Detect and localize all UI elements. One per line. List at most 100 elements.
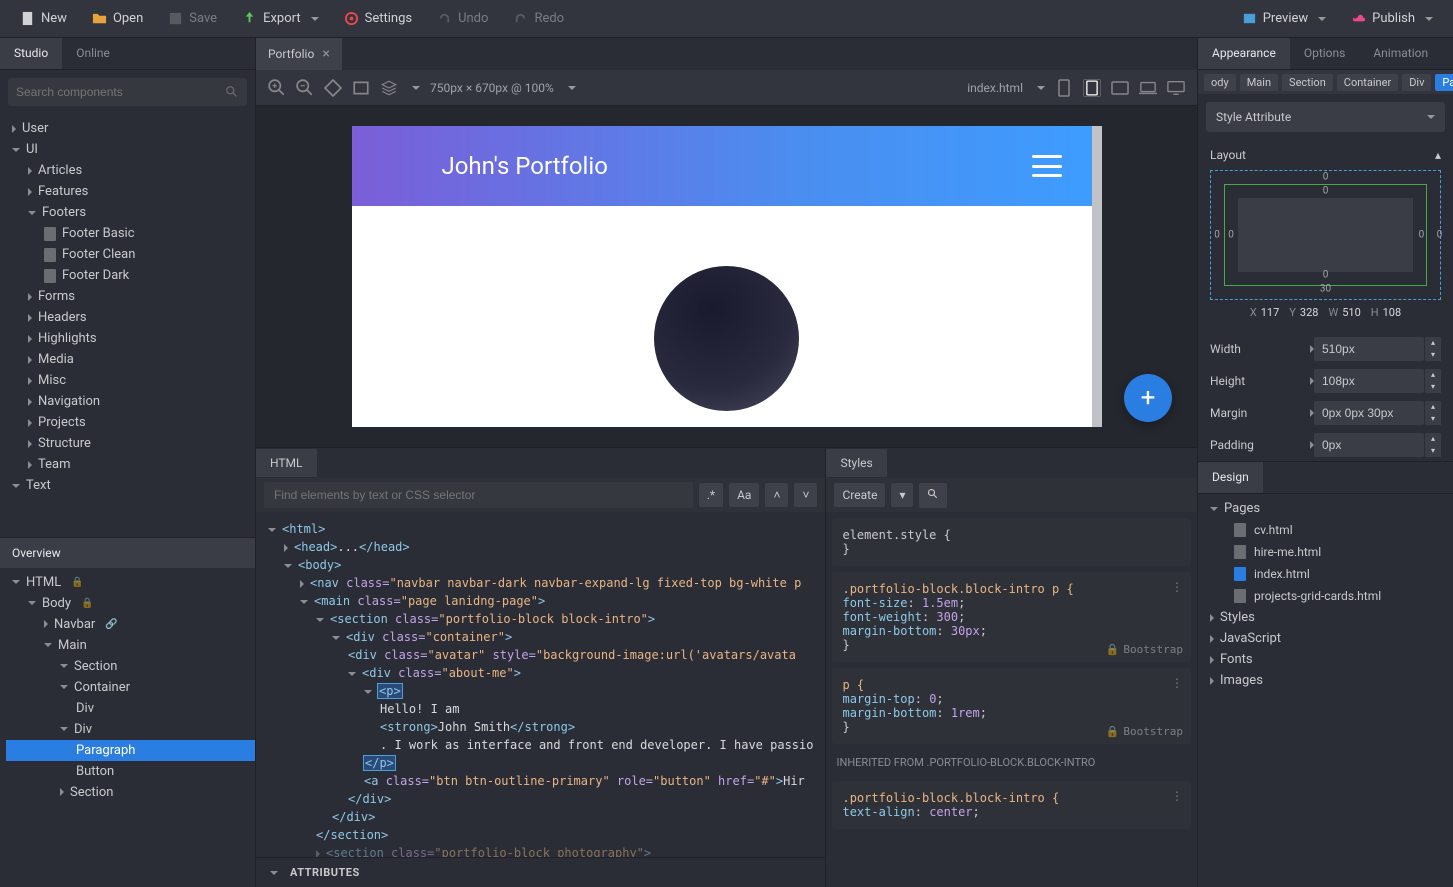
preview-scrollbar[interactable] bbox=[1092, 126, 1102, 427]
canvas[interactable]: John's Portfolio + bbox=[256, 106, 1197, 447]
ov-navbar[interactable]: Navbar🔗 bbox=[6, 614, 255, 635]
style-block-intro[interactable]: ⋮ .portfolio-block.block-intro { text-al… bbox=[832, 781, 1191, 829]
tree-forms[interactable]: Forms bbox=[6, 286, 255, 307]
zoom-in-icon[interactable] bbox=[268, 79, 286, 97]
box-model[interactable]: 0 0 30 0 0 0 0 0 bbox=[1210, 170, 1441, 300]
caret-down-icon[interactable] bbox=[1037, 86, 1045, 90]
tree-user[interactable]: User bbox=[6, 118, 255, 139]
close-icon[interactable]: × bbox=[322, 46, 329, 62]
layout-header[interactable]: Layout▴ bbox=[1210, 148, 1441, 162]
html-code[interactable]: <html> <head>...</head> <body> <nav clas… bbox=[256, 512, 825, 857]
overview-header[interactable]: Overview bbox=[0, 537, 255, 568]
page-projects[interactable]: projects-grid-cards.html bbox=[1204, 585, 1453, 607]
tree-navigation[interactable]: Navigation bbox=[6, 391, 255, 412]
undo-button[interactable]: Undo bbox=[427, 6, 498, 31]
zoom-out-icon[interactable] bbox=[296, 79, 314, 97]
tree-footer-dark[interactable]: Footer Dark bbox=[6, 265, 255, 286]
width-input[interactable] bbox=[1314, 337, 1424, 361]
tab-animation[interactable]: Animation bbox=[1359, 38, 1442, 69]
margin-stepper[interactable]: ▴▾ bbox=[1425, 401, 1441, 425]
tablet-landscape-icon[interactable] bbox=[1111, 79, 1129, 97]
tree-features[interactable]: Features bbox=[6, 181, 255, 202]
crumb-section[interactable]: Section bbox=[1282, 74, 1333, 91]
settings-button[interactable]: Settings bbox=[334, 6, 422, 31]
tree-text[interactable]: Text bbox=[6, 475, 255, 496]
ov-html[interactable]: HTML🔒 bbox=[6, 572, 255, 593]
style-block-intro-p[interactable]: ⋮ .portfolio-block.block-intro p { font-… bbox=[832, 572, 1191, 662]
page-hire[interactable]: hire-me.html bbox=[1204, 541, 1453, 563]
more-icon[interactable]: ⋮ bbox=[1171, 676, 1183, 690]
tree-highlights[interactable]: Highlights bbox=[6, 328, 255, 349]
tab-appearance[interactable]: Appearance bbox=[1198, 38, 1290, 69]
style-block-p[interactable]: ⋮ p { margin-top: 0; margin-bottom: 1rem… bbox=[832, 668, 1191, 744]
style-attribute-select[interactable]: Style Attribute bbox=[1206, 102, 1445, 132]
redo-button[interactable]: Redo bbox=[503, 6, 574, 31]
style-block-element[interactable]: element.style {} bbox=[832, 518, 1191, 566]
tree-projects[interactable]: Projects bbox=[6, 412, 255, 433]
image-icon[interactable] bbox=[352, 79, 370, 97]
save-button[interactable]: Save bbox=[158, 6, 227, 31]
fonts-header[interactable]: Fonts bbox=[1204, 649, 1453, 670]
pages-header[interactable]: Pages bbox=[1204, 498, 1453, 519]
caret-down-icon[interactable] bbox=[412, 86, 420, 90]
ov-section[interactable]: Section bbox=[6, 656, 255, 677]
ov-main[interactable]: Main bbox=[6, 635, 255, 656]
add-fab[interactable]: + bbox=[1124, 374, 1172, 422]
tree-misc[interactable]: Misc bbox=[6, 370, 255, 391]
page-cv[interactable]: cv.html bbox=[1204, 519, 1453, 541]
styles-tab[interactable]: Styles bbox=[826, 449, 886, 477]
tab-online[interactable]: Online bbox=[62, 38, 124, 69]
prev-button[interactable]: ˄ bbox=[765, 483, 788, 507]
margin-input[interactable] bbox=[1314, 401, 1424, 425]
ov-div2[interactable]: Div bbox=[6, 719, 255, 740]
component-search[interactable] bbox=[8, 78, 247, 106]
caret-down-icon[interactable] bbox=[568, 86, 576, 90]
page-index[interactable]: index.html bbox=[1204, 563, 1453, 585]
tree-headers[interactable]: Headers bbox=[6, 307, 255, 328]
laptop-icon[interactable] bbox=[1139, 79, 1157, 97]
hamburger-icon[interactable] bbox=[1032, 155, 1062, 177]
ov-paragraph[interactable]: Paragraph bbox=[6, 740, 255, 761]
canvas-dimensions[interactable]: 750px × 670px @ 100% bbox=[430, 81, 554, 95]
height-stepper[interactable]: ▴▾ bbox=[1425, 369, 1441, 393]
more-icon[interactable]: ⋮ bbox=[1171, 789, 1183, 803]
tab-design[interactable]: Design bbox=[1198, 462, 1263, 493]
tree-footer-basic[interactable]: Footer Basic bbox=[6, 223, 255, 244]
layers-icon[interactable] bbox=[380, 79, 398, 97]
create-button[interactable]: Create bbox=[834, 483, 885, 507]
tab-options[interactable]: Options bbox=[1290, 38, 1360, 69]
height-input[interactable] bbox=[1314, 369, 1424, 393]
search-input[interactable] bbox=[16, 85, 225, 99]
ov-button[interactable]: Button bbox=[6, 761, 255, 782]
crumb-div[interactable]: Div bbox=[1402, 74, 1431, 91]
tree-ui[interactable]: UI bbox=[6, 139, 255, 160]
case-button[interactable]: Aa bbox=[729, 483, 759, 507]
js-header[interactable]: JavaScript bbox=[1204, 628, 1453, 649]
tree-structure[interactable]: Structure bbox=[6, 433, 255, 454]
search-styles-button[interactable] bbox=[919, 483, 947, 508]
tree-footer-clean[interactable]: Footer Clean bbox=[6, 244, 255, 265]
rotate-icon[interactable] bbox=[324, 79, 342, 97]
tree-articles[interactable]: Articles bbox=[6, 160, 255, 181]
file-tab[interactable]: Portfolio× bbox=[256, 38, 342, 70]
create-dropdown[interactable]: ▾ bbox=[891, 483, 913, 507]
tree-footers[interactable]: Footers bbox=[6, 202, 255, 223]
images-header[interactable]: Images bbox=[1204, 670, 1453, 691]
tab-studio[interactable]: Studio bbox=[0, 38, 62, 69]
next-button[interactable]: ˅ bbox=[794, 483, 817, 507]
html-tab[interactable]: HTML bbox=[256, 449, 317, 477]
crumb-container[interactable]: Container bbox=[1337, 74, 1398, 91]
ov-body[interactable]: Body🔒 bbox=[6, 593, 255, 614]
desktop-icon[interactable] bbox=[1167, 79, 1185, 97]
padding-input[interactable] bbox=[1314, 433, 1424, 457]
styles-header[interactable]: Styles bbox=[1204, 607, 1453, 628]
ov-div1[interactable]: Div bbox=[6, 698, 255, 719]
tree-team[interactable]: Team bbox=[6, 454, 255, 475]
find-input[interactable] bbox=[264, 482, 693, 508]
tree-media[interactable]: Media bbox=[6, 349, 255, 370]
more-icon[interactable]: ⋮ bbox=[1171, 580, 1183, 594]
ov-section2[interactable]: Section bbox=[6, 782, 255, 803]
crumb-body[interactable]: ody bbox=[1204, 74, 1236, 91]
mobile-icon[interactable] bbox=[1055, 79, 1073, 97]
regex-button[interactable]: .* bbox=[699, 483, 723, 507]
